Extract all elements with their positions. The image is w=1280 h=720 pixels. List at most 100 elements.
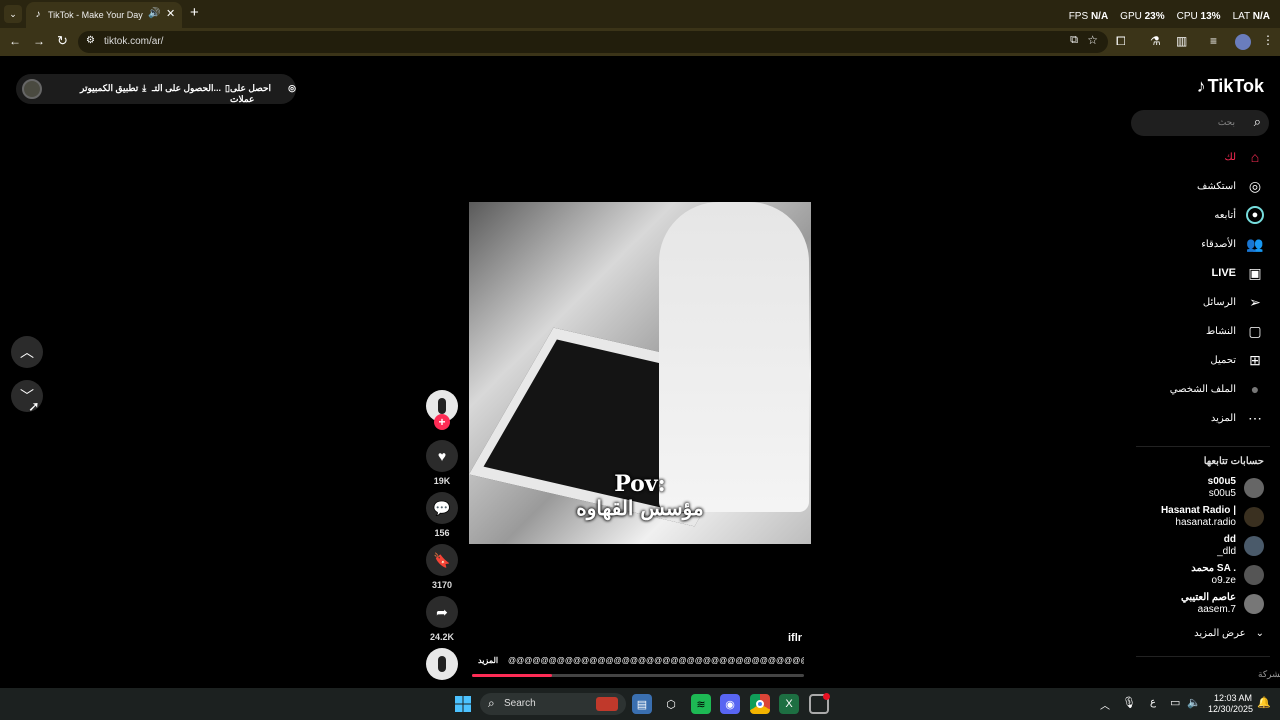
like-button[interactable]: ♥	[426, 440, 458, 472]
reload-icon[interactable]: ↻	[57, 33, 68, 49]
sidebar-item-label: تحميل	[1210, 354, 1236, 366]
clock[interactable]: 12:03 AM 12/30/2025	[1208, 693, 1254, 715]
site-info-icon[interactable]: ⚙	[86, 35, 95, 46]
bookmark-button[interactable]: 🔖	[426, 544, 458, 576]
show-more-label: عرض المزيد	[1194, 628, 1246, 639]
forward-icon[interactable]: →	[33, 34, 45, 48]
search-icon[interactable]: ⌕	[1254, 114, 1261, 130]
logo-text: TikTok	[1207, 76, 1264, 96]
company-link[interactable]: الشركة	[1258, 669, 1280, 680]
discord-icon[interactable]: ◉	[720, 694, 740, 714]
comment-button[interactable]: 💬	[426, 492, 458, 524]
account-name: s00u5	[1207, 476, 1236, 487]
speaker-icon[interactable]: 🔊	[148, 8, 160, 19]
home-icon: ⌂	[1250, 149, 1260, 165]
tiktok-favicon-icon: ♪	[35, 8, 41, 20]
heart-icon: ♥	[437, 448, 447, 464]
account-handle: aasem.7	[1197, 604, 1236, 615]
tab-title: TikTok - Make Your Day	[48, 10, 143, 20]
get-app-button[interactable]: الحصول على التـ... ▯	[152, 83, 230, 94]
install-app-icon[interactable]: ⧉	[1070, 34, 1078, 47]
sidebar-item-label: الرسائل	[1202, 296, 1236, 308]
chevron-down-icon: ⌄	[1255, 628, 1264, 639]
user-avatar[interactable]	[22, 79, 42, 99]
microphone-icon[interactable]: 🎙	[1122, 696, 1136, 709]
sidebar-item-upload[interactable]: تحميل ⊞	[1210, 349, 1264, 371]
video-player[interactable]: Pov: مؤسس القهاوه	[469, 202, 811, 544]
tray-overflow-icon[interactable]: ︿	[1100, 697, 1110, 712]
sidebar-item-profile-avatar[interactable]: الملف الشخصي ●	[1170, 378, 1264, 400]
following-account[interactable]: dd _dld	[1217, 534, 1264, 558]
account-name: عاصم العتيبي	[1181, 592, 1236, 603]
clock-date: 12/30/2025	[1208, 704, 1254, 714]
desktop-app-button[interactable]: تطبيق الكمبيوتر ⤓	[80, 83, 146, 94]
notifications-icon[interactable]: 🔔	[1257, 696, 1271, 709]
sound-avatar[interactable]	[426, 648, 458, 680]
tiktok-logo[interactable]: ♪ TikTok	[1197, 76, 1264, 97]
sidebar-item-label: الأصدقاء	[1201, 238, 1236, 250]
spotify-icon[interactable]: ≋	[691, 694, 711, 714]
volume-icon[interactable]: 🔈	[1187, 696, 1201, 709]
account-handle: s00u5	[1208, 488, 1236, 499]
comment-icon: 💬	[433, 499, 451, 516]
desktop-app-label: تطبيق الكمبيوتر	[80, 83, 139, 93]
address-bar[interactable]: ⚙ tiktok.com/ar/ ⧉ ☆	[78, 31, 1108, 53]
sidebar-item-label: الملف الشخصي	[1169, 383, 1236, 395]
sidebar-item-label: المزيد	[1210, 412, 1236, 424]
get-coins-button[interactable]: احصل على عملات ◎	[230, 83, 296, 105]
file-explorer-icon[interactable]: ▤	[632, 694, 652, 714]
back-icon[interactable]: ←	[9, 34, 21, 48]
excel-icon[interactable]: X	[779, 694, 799, 714]
menu-icon[interactable]: ⋮	[1262, 33, 1274, 47]
network-icon[interactable]: ▭	[1170, 696, 1180, 709]
messages-icon: ➢	[1249, 293, 1261, 310]
notification-app-icon[interactable]	[809, 693, 830, 714]
sidebar-item-messages[interactable]: الرسائل ➢	[1203, 291, 1264, 313]
video-progress-fill	[472, 674, 552, 677]
avatar-figure-icon	[438, 398, 446, 414]
sidebar-item-compass[interactable]: استكشف ◎	[1197, 175, 1264, 197]
account-name: محمد SA .	[1191, 563, 1236, 574]
search-box[interactable]: بحث ⌕	[1131, 110, 1269, 136]
account-name: dd	[1223, 534, 1236, 545]
fps-label: FPS	[1068, 11, 1089, 22]
windows-start-icon[interactable]	[453, 694, 473, 714]
tab-list-button[interactable]: ⌄	[4, 5, 22, 23]
bookmark-star-icon[interactable]: ☆	[1087, 33, 1098, 47]
profile-avatar-icon: ●	[1250, 381, 1260, 397]
taskbar-search[interactable]: ⌕ Search	[480, 693, 626, 715]
lat-label: LAT	[1232, 11, 1250, 22]
video-progress-track[interactable]	[472, 674, 804, 677]
following-account[interactable]: Hasanat Radio | hasanat.radio	[1161, 505, 1264, 529]
new-tab-button[interactable]: +	[190, 4, 199, 21]
lab-icon[interactable]: ⚗	[1150, 34, 1161, 48]
sidebar-item-live[interactable]: LIVE ▣	[1212, 262, 1264, 284]
account-text: dd _dld	[1217, 534, 1236, 558]
url-text: tiktok.com/ar/	[104, 36, 164, 47]
more-link[interactable]: المزيد	[478, 656, 498, 665]
following-account[interactable]: عاصم العتيبي aasem.7	[1181, 592, 1264, 616]
show-more-button[interactable]: ⌄ عرض المزيد	[1194, 628, 1264, 639]
following-account[interactable]: محمد SA . o9.ze	[1191, 563, 1264, 587]
app-cube-icon[interactable]: ⬡	[661, 694, 681, 714]
follow-button[interactable]: +	[434, 414, 450, 430]
split-view-icon[interactable]: ▥	[1176, 34, 1187, 48]
close-tab-icon[interactable]: ✕	[166, 7, 175, 20]
following-account[interactable]: s00u5 s00u5	[1208, 476, 1264, 500]
media-controls-icon[interactable]: ≡	[1210, 34, 1217, 48]
sidebar-item-home[interactable]: لك ⌂	[1225, 146, 1264, 168]
sidebar-item-following[interactable]: أتابعه ●	[1214, 204, 1264, 226]
previous-video-button[interactable]: ︿	[11, 336, 43, 368]
share-button[interactable]: ➦	[426, 596, 458, 628]
sidebar-item-more[interactable]: المزيد ⋯	[1211, 407, 1264, 429]
sidebar-item-activity[interactable]: النشاط ▢	[1206, 320, 1264, 342]
extensions-icon[interactable]: ⧠	[1116, 34, 1126, 49]
browser-tab[interactable]: ♪ TikTok - Make Your Day 🔊 ✕	[26, 2, 182, 28]
profile-avatar[interactable]	[1235, 34, 1251, 50]
chrome-icon[interactable]	[750, 694, 770, 714]
input-language[interactable]: ع	[1150, 697, 1156, 708]
video-author[interactable]: iflr	[788, 632, 802, 644]
tiktok-note-icon: ♪	[1196, 76, 1206, 96]
sidebar-item-friends[interactable]: الأصدقاء 👥	[1201, 233, 1264, 255]
more-icon: ⋯	[1248, 409, 1262, 426]
